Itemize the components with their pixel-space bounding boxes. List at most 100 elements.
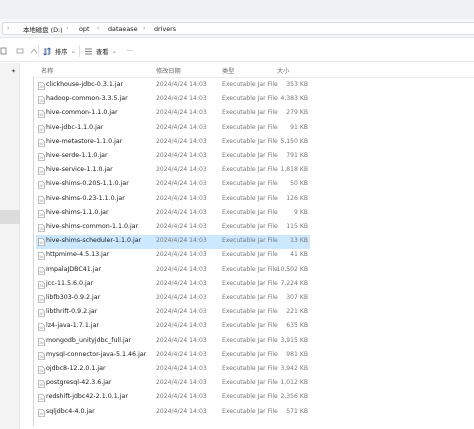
file-name: sqljdbc4-4.0.jar [46, 407, 95, 415]
file-size: 981 KB [286, 350, 308, 358]
file-row[interactable]: ojdbc8-12.2.0.1.jar 2024/4/24 14:03 Execut… [36, 363, 310, 377]
file-size: 7,224 KB [280, 279, 308, 287]
column-header-modified[interactable]: 修改日期 [156, 66, 181, 75]
file-row[interactable]: jcc-11.5.6.0.jar 2024/4/24 14:03 Executabl… [36, 278, 310, 292]
file-row[interactable]: lz4-java-1.7.1.jar 2024/4/24 14:03 Executa… [36, 320, 310, 334]
pin-icon[interactable]: ✦ [11, 68, 16, 75]
file-row[interactable]: hive-shims-0.23-1.1.0.jar 2024/4/24 14:03… [36, 193, 310, 207]
file-row[interactable]: hive-service-1.1.0.jar 2024/4/24 14:03 Exe… [36, 164, 310, 178]
jar-file-icon [38, 366, 45, 374]
file-size: 13 KB [290, 237, 308, 245]
file-name: clickhouse-jdbc-0.3.1.jar [46, 81, 124, 88]
file-name: hive-shims-0.23-1.1.0.jar [46, 194, 125, 202]
file-row[interactable]: hadoop-common-3.3.5.jar 2024/4/24 14:03 Ex… [36, 93, 310, 107]
file-row[interactable]: clickhouse-jdbc-0.3.1.jar 2024/4/24 14:03… [36, 79, 310, 93]
file-type: Executable Jar File [222, 152, 278, 159]
column-header-name[interactable]: 名称 [41, 66, 53, 75]
jar-file-icon [38, 82, 45, 90]
file-size: 9 KB [294, 208, 308, 216]
file-row[interactable]: hive-shims-common-1.1.0.jar 2024/4/24 14:… [36, 221, 310, 235]
file-row[interactable]: hive-common-1.1.0.jar 2024/4/24 14:03 Exec… [36, 107, 310, 121]
share-icon-wrap[interactable] [30, 45, 38, 57]
file-type: Executable Jar File [222, 251, 278, 259]
file-row[interactable]: hive-metastore-1.1.0.jar 2024/4/24 14:03 E… [36, 136, 310, 150]
rename-icon[interactable] [16, 47, 24, 55]
file-type: Executable Jar File [222, 350, 278, 358]
file-name: libfb303-0.9.2.jar [46, 294, 101, 301]
file-modified: 2024/4/24 14:03 [156, 194, 207, 202]
file-type: Executable Jar File [222, 308, 278, 316]
view-button[interactable]: 查看 ⌄ [84, 45, 117, 57]
chevron-right-icon: › [7, 25, 10, 32]
file-row[interactable]: hive-shims-scheduler-1.1.0.jar 2024/4/24 … [36, 235, 310, 250]
jar-file-icon [38, 266, 45, 275]
file-modified: 2024/4/24 14:03 [156, 308, 207, 316]
file-size: 1,818 KB [280, 166, 308, 174]
jar-file-icon [38, 323, 45, 332]
file-type: Executable Jar File [222, 336, 278, 344]
file-size: 126 KB [286, 194, 308, 202]
copy-icon[interactable] [0, 47, 8, 55]
share-icon[interactable] [30, 47, 38, 55]
address-field[interactable]: › 本地磁盘 (D:) › opt › dataease › drivers [2, 22, 474, 35]
toolbar-divider [38, 45, 39, 57]
file-size: 307 KB [286, 294, 308, 301]
file-modified: 2024/4/24 14:03 [156, 279, 207, 287]
more-button[interactable]: ··· [124, 45, 133, 57]
sort-button[interactable]: 排序 ⌄ [43, 45, 76, 57]
chevron-down-icon: ⌄ [70, 47, 76, 55]
sort-label: 排序 [55, 48, 68, 56]
file-modified: 2024/4/24 14:03 [156, 237, 207, 245]
jar-file-icon [38, 167, 45, 175]
jar-file-icon [38, 295, 45, 303]
file-type: Executable Jar File [222, 223, 278, 230]
file-row[interactable]: redshift-jdbc42-2.1.0.1.jar 2024/4/24 14:… [36, 391, 310, 405]
rename-icon-wrap[interactable] [16, 45, 24, 57]
breadcrumb-dataease[interactable]: dataease [108, 25, 138, 33]
file-size: 2,356 KB [280, 393, 308, 401]
file-type: Executable Jar File [222, 123, 278, 131]
file-size: 571 KB [286, 407, 308, 415]
file-modified: 2024/4/24 14:03 [156, 109, 207, 117]
file-name: hive-serde-1.1.0.jar [46, 152, 108, 159]
file-modified: 2024/4/24 14:03 [156, 393, 207, 401]
file-modified: 2024/4/24 14:03 [156, 180, 207, 188]
column-header-size[interactable]: 大小 [277, 66, 289, 75]
file-row[interactable]: libthrift-0.9.2.jar 2024/4/24 14:03 Execut… [36, 306, 310, 320]
tree-guide-line [33, 76, 34, 426]
jar-file-icon [38, 309, 45, 317]
jar-file-icon [38, 280, 45, 289]
file-row[interactable]: sqljdbc4-4.0.jar 2024/4/24 14:03 Executabl… [36, 406, 310, 420]
nav-selected-item[interactable] [0, 210, 20, 224]
file-type: Executable Jar File [222, 95, 278, 103]
file-size: 221 KB [286, 308, 308, 316]
chevron-right-icon[interactable]: › [66, 25, 68, 32]
file-row[interactable]: mysql-connector-java-5.1.46.jar 2024/4/24… [36, 349, 310, 363]
file-modified: 2024/4/24 14:03 [156, 365, 207, 372]
file-row[interactable]: hive-shims-0.20S-1.1.0.jar 2024/4/24 14:0… [36, 178, 310, 192]
chevron-right-icon[interactable]: › [143, 25, 145, 32]
column-header-type[interactable]: 类型 [222, 66, 234, 75]
view-label: 查看 [96, 48, 109, 56]
chevron-right-icon[interactable]: › [97, 25, 99, 32]
file-name: postgresql-42.3.6.jar [46, 379, 112, 387]
breadcrumb-opt[interactable]: opt [79, 25, 89, 33]
file-row[interactable]: hive-shims-1.1.0.jar 2024/4/24 14:03 Execu… [36, 207, 310, 221]
file-modified: 2024/4/24 14:03 [156, 336, 207, 344]
chevron-down-icon: ⌄ [111, 47, 117, 55]
jar-file-icon [38, 408, 45, 417]
breadcrumb-drivers[interactable]: drivers [154, 25, 176, 33]
file-row[interactable]: postgresql-42.3.6.jar 2024/4/24 14:03 Exec… [36, 377, 310, 391]
file-row[interactable]: ImpalaJDBC41.jar 2024/4/24 14:03 Executabl… [36, 264, 310, 278]
file-modified: 2024/4/24 14:03 [156, 137, 207, 145]
jar-file-icon [38, 124, 45, 133]
breadcrumb-drive[interactable]: 本地磁盘 (D:) [23, 25, 63, 34]
file-row[interactable]: libfb303-0.9.2.jar 2024/4/24 14:03 Executa… [36, 292, 310, 306]
jar-file-icon [38, 337, 45, 346]
file-row[interactable]: mongodb_unityjdbc_full.jar 2024/4/24 14:0… [36, 335, 310, 349]
file-row[interactable]: hive-serde-1.1.0.jar 2024/4/24 14:03 Execu… [36, 150, 310, 164]
file-row[interactable]: hive-jdbc-1.1.0.jar 2024/4/24 14:03 Execut… [36, 122, 310, 136]
navigation-pane[interactable] [0, 63, 20, 429]
file-size: 279 KB [286, 109, 308, 117]
file-row[interactable]: httpmime-4.5.13.jar 2024/4/24 14:03 Execut… [36, 249, 310, 263]
